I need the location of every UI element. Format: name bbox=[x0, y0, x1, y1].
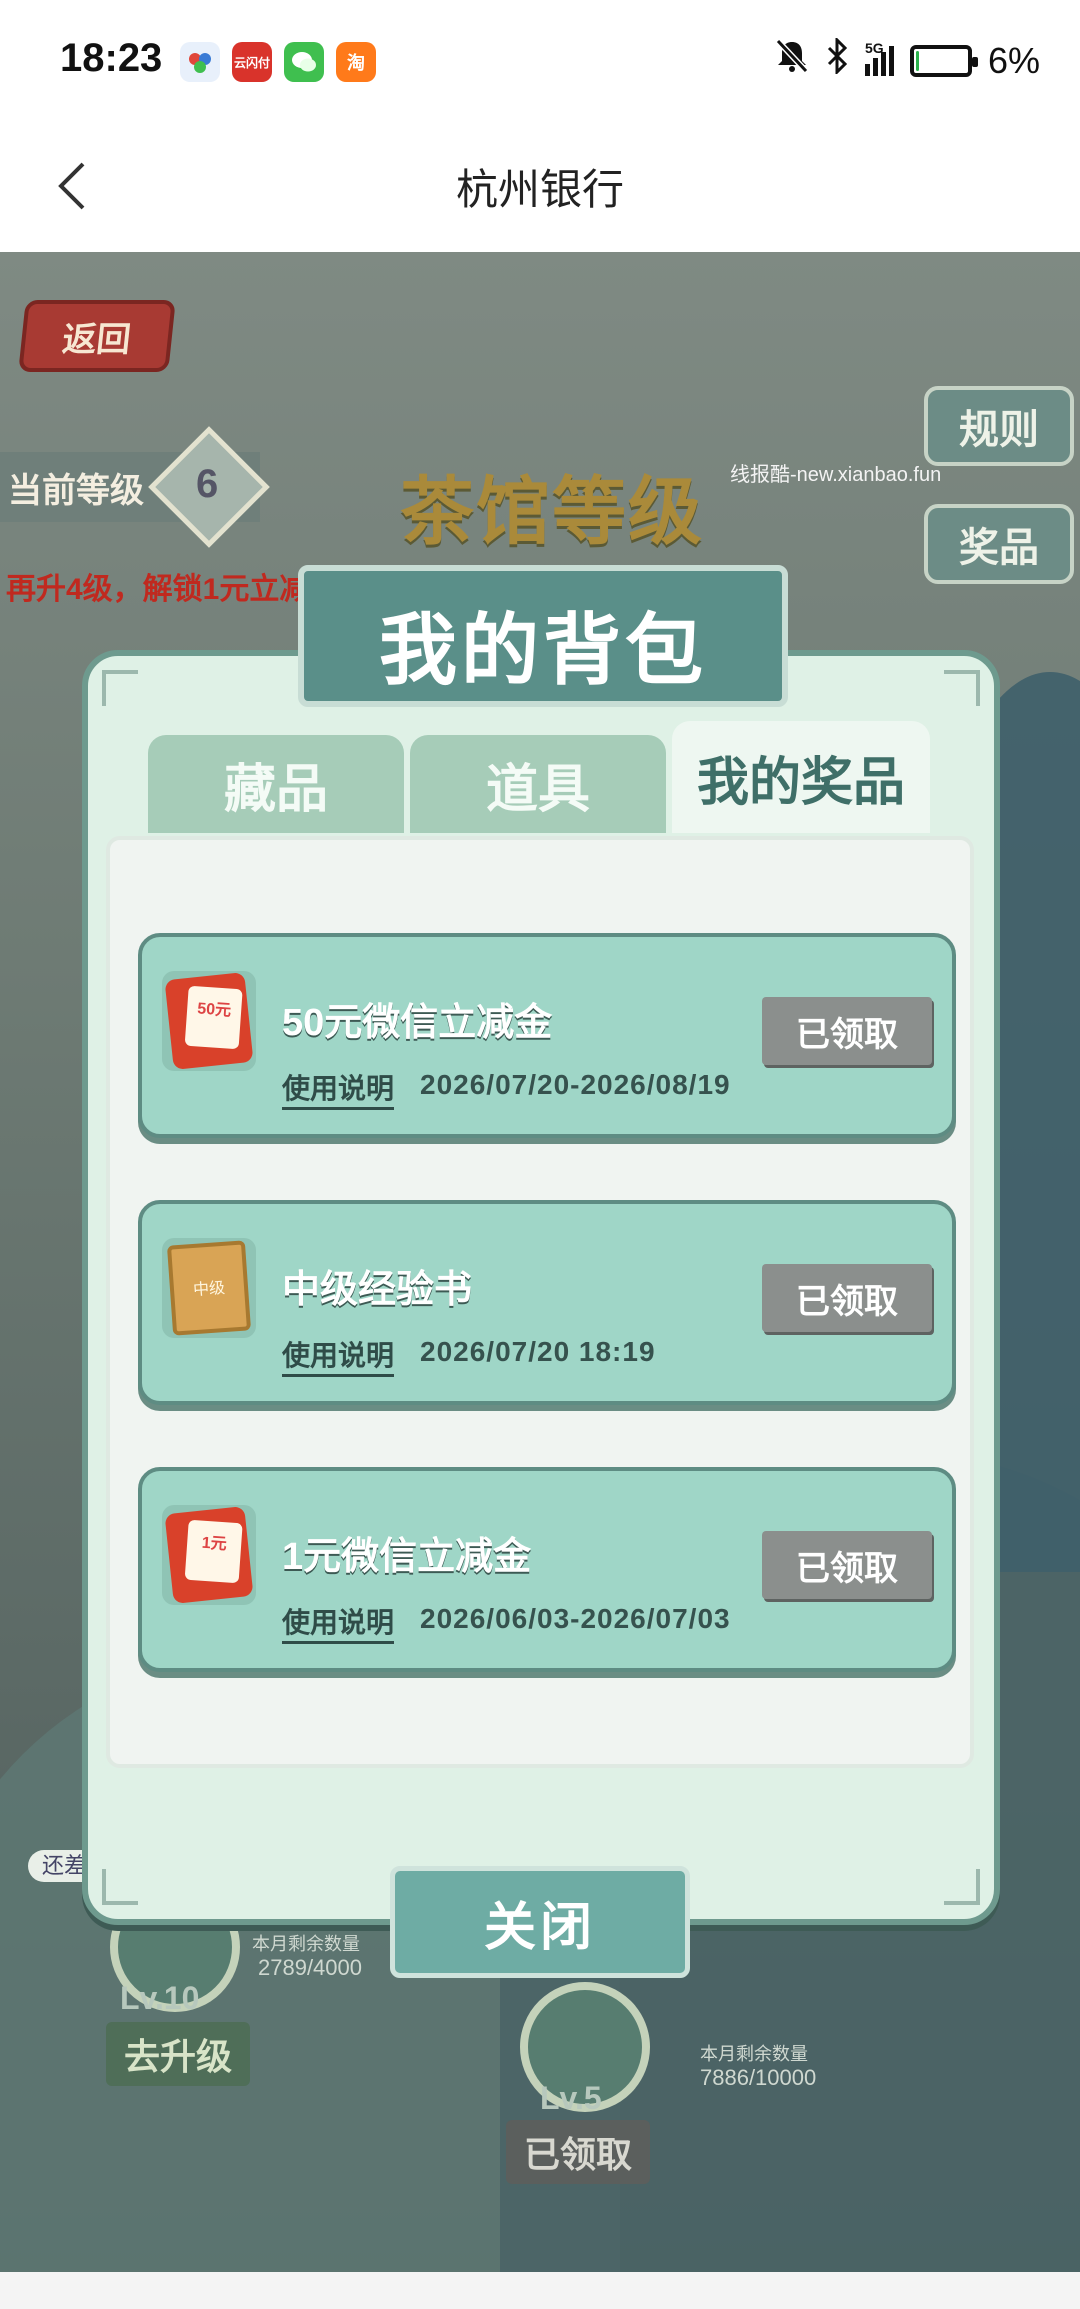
watermark: 线报酷-new.xianbao.fun bbox=[730, 464, 942, 486]
status-app-icons: 云闪付 淘 bbox=[180, 42, 376, 82]
wechat-app-icon bbox=[284, 42, 324, 82]
tab-my-prizes[interactable]: 我的奖品 bbox=[672, 721, 930, 833]
signal-icon: 5G bbox=[864, 40, 894, 76]
corner-ornament bbox=[102, 670, 138, 706]
page-title: 杭州银行 bbox=[455, 166, 624, 213]
red-envelope-icon: 50元 bbox=[162, 971, 256, 1071]
corner-ornament bbox=[102, 1869, 138, 1905]
usage-instructions-link[interactable]: 使用说明 bbox=[282, 1601, 395, 1644]
red-envelope-icon: 1元 bbox=[162, 1505, 256, 1605]
yunshanfu-app-icon: 云闪付 bbox=[232, 42, 272, 82]
current-level-number: 6 bbox=[196, 462, 219, 506]
mute-icon bbox=[775, 38, 809, 83]
prize-validity: 2026/07/20 18:19 bbox=[420, 1336, 656, 1367]
nav-bar: 杭州银行 bbox=[0, 120, 1080, 252]
network-type: 5G bbox=[864, 39, 884, 56]
level-10-label: Lv.10 bbox=[120, 1980, 200, 2016]
book-label: 中级 bbox=[166, 1240, 252, 1336]
level-5-label: Lv.5 bbox=[540, 2080, 602, 2116]
status-time: 18:23 bbox=[60, 36, 163, 80]
claimed-button[interactable]: 已领取 bbox=[762, 1264, 932, 1332]
level-10-upgrade-button[interactable]: 去升级 bbox=[106, 2022, 251, 2086]
claimed-button[interactable]: 已领取 bbox=[762, 997, 932, 1065]
tab-collectibles[interactable]: 藏品 bbox=[148, 735, 404, 833]
prize-validity: 2026/07/20-2026/08/19 bbox=[420, 1069, 731, 1100]
game-title: 茶馆等级 bbox=[400, 470, 704, 553]
status-indicators: 5G 6% bbox=[775, 36, 1040, 83]
backpack-tabs: 藏品 道具 我的奖品 bbox=[148, 721, 930, 833]
prize-name: 中级经验书 bbox=[282, 1269, 473, 1311]
close-button[interactable]: 关闭 bbox=[390, 1866, 690, 1978]
bottom-bar bbox=[0, 2272, 1080, 2309]
level-10-remaining-label: 本月剩余数量 bbox=[252, 1934, 360, 1954]
cloudflash-app-icon bbox=[180, 42, 220, 82]
level-5-remaining-label: 本月剩余数量 bbox=[700, 2044, 808, 2064]
usage-instructions-link[interactable]: 使用说明 bbox=[282, 1334, 395, 1377]
prize-card: 1元 1元微信立减金 使用说明 2026/06/03-2026/07/03 已领… bbox=[138, 1467, 956, 1672]
level-5-claimed-button: 已领取 bbox=[506, 2120, 651, 2184]
battery-icon bbox=[909, 44, 978, 77]
claimed-button[interactable]: 已领取 bbox=[762, 1531, 932, 1599]
corner-ornament bbox=[944, 670, 980, 706]
prizes-button[interactable]: 奖品 bbox=[924, 504, 1074, 584]
status-bar: 18:23 云闪付 淘 5G 6% bbox=[0, 0, 1080, 120]
bluetooth-icon bbox=[825, 36, 849, 83]
envelope-value: 50元 bbox=[184, 985, 243, 1050]
rules-button[interactable]: 规则 bbox=[924, 386, 1074, 466]
taobao-app-icon: 淘 bbox=[336, 42, 376, 82]
prize-card: 中级 中级经验书 使用说明 2026/07/20 18:19 已领取 bbox=[138, 1200, 956, 1405]
upgrade-hint: 再升4级，解锁1元立减 bbox=[6, 573, 310, 606]
return-button[interactable]: 返回 bbox=[18, 300, 176, 372]
level-10-count: 2789/4000 bbox=[258, 1955, 362, 1980]
usage-instructions-link[interactable]: 使用说明 bbox=[282, 1067, 395, 1110]
battery-fill bbox=[915, 50, 920, 71]
prize-validity: 2026/06/03-2026/07/03 bbox=[420, 1603, 731, 1634]
level-5-count: 7886/10000 bbox=[700, 2065, 817, 2090]
experience-book-icon: 中级 bbox=[162, 1238, 256, 1338]
prize-card: 50元 50元微信立减金 使用说明 2026/07/20-2026/08/19 … bbox=[138, 933, 956, 1138]
envelope-value: 1元 bbox=[184, 1519, 243, 1584]
tab-items[interactable]: 道具 bbox=[410, 735, 666, 833]
battery-text: 6% bbox=[987, 39, 1040, 81]
prize-name: 50元微信立减金 bbox=[282, 1002, 553, 1044]
modal-title: 我的背包 bbox=[378, 606, 707, 694]
corner-ornament bbox=[944, 1869, 980, 1905]
prize-name: 1元微信立减金 bbox=[282, 1536, 532, 1578]
